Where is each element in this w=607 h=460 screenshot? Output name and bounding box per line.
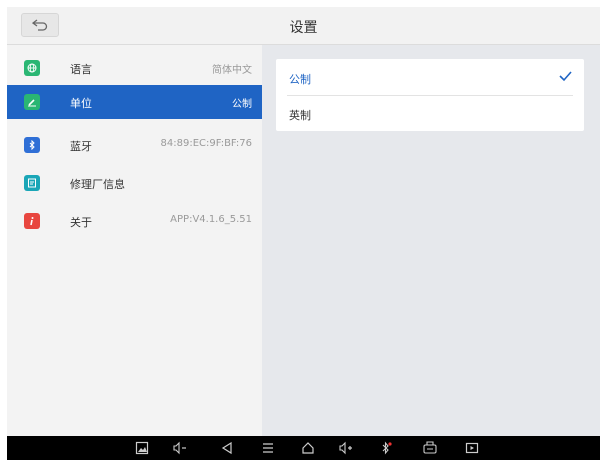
globe-icon xyxy=(24,60,40,76)
option-imperial[interactable]: 英制 xyxy=(276,95,584,131)
document-icon xyxy=(24,175,40,191)
sidebar-item-label: 语言 xyxy=(70,63,92,76)
sidebar-item-about[interactable]: 关于 APP:V4.1.6_5.51 xyxy=(7,204,262,238)
sidebar-item-language[interactable]: 语言 简体中文 xyxy=(7,51,262,85)
sidebar-item-shop-info[interactable]: 修理厂信息 xyxy=(7,166,262,200)
sidebar-item-units[interactable]: 单位 公制 xyxy=(7,85,262,119)
units-panel: 公制 英制 xyxy=(262,45,600,436)
top-bar: 设置 xyxy=(7,7,600,45)
page-title: 设置 xyxy=(289,20,318,36)
option-label: 英制 xyxy=(289,109,311,122)
check-icon xyxy=(559,71,572,82)
back-icon[interactable] xyxy=(218,439,236,457)
vci-icon[interactable] xyxy=(421,439,439,457)
sidebar-item-value: 简体中文 xyxy=(212,65,252,76)
sidebar-item-value: 84:89:EC:9F:BF:76 xyxy=(160,138,253,149)
settings-sidebar: 语言 简体中文 单位 公制 蓝牙 84:89:EC:9F:BF:76 修理厂信息… xyxy=(7,45,262,436)
volume-down-icon[interactable] xyxy=(171,439,189,457)
info-icon xyxy=(24,213,40,229)
sidebar-item-bluetooth[interactable]: 蓝牙 84:89:EC:9F:BF:76 xyxy=(7,128,262,162)
menu-icon[interactable] xyxy=(259,439,277,457)
home-icon[interactable] xyxy=(299,439,317,457)
volume-up-icon[interactable] xyxy=(337,439,355,457)
ruler-icon xyxy=(24,94,40,110)
option-label: 公制 xyxy=(289,73,311,86)
sidebar-item-label: 修理厂信息 xyxy=(70,178,125,191)
sidebar-item-value: 公制 xyxy=(232,99,252,110)
screenshot-icon[interactable] xyxy=(133,439,151,457)
system-navbar xyxy=(7,436,600,460)
bluetooth-icon xyxy=(24,137,40,153)
sidebar-item-label: 单位 xyxy=(70,97,92,110)
bluetooth-icon[interactable] xyxy=(377,439,395,457)
sidebar-item-value: APP:V4.1.6_5.51 xyxy=(170,214,252,225)
option-metric[interactable]: 公制 xyxy=(276,59,584,95)
screen-record-icon[interactable] xyxy=(463,439,481,457)
units-option-card: 公制 英制 xyxy=(276,59,584,131)
sidebar-item-label: 关于 xyxy=(70,216,92,229)
sidebar-item-label: 蓝牙 xyxy=(70,140,92,153)
